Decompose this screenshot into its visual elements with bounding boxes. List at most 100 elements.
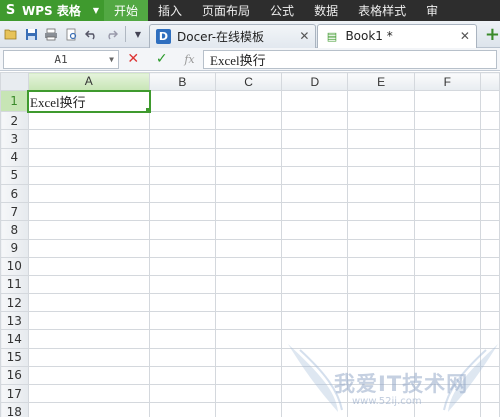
menu-item[interactable]: 公式 [260, 0, 304, 21]
tab-docer-templates[interactable]: D Docer-在线模板 ✕ [149, 23, 317, 48]
cell[interactable] [479, 383, 500, 404]
cell[interactable] [347, 129, 415, 149]
row-header[interactable]: 5 [0, 165, 29, 185]
row-header[interactable]: 4 [0, 147, 29, 167]
cell[interactable] [347, 147, 415, 167]
cell[interactable] [27, 329, 151, 349]
cell[interactable] [214, 220, 283, 240]
cell[interactable] [479, 256, 500, 276]
menu-item[interactable]: 数据 [304, 0, 348, 21]
cell[interactable] [214, 347, 283, 367]
cell[interactable] [413, 256, 481, 276]
cell[interactable] [347, 202, 415, 222]
cell[interactable] [149, 274, 216, 295]
column-header-a[interactable]: A [27, 72, 151, 92]
cell[interactable] [413, 238, 481, 258]
tab-book1[interactable]: ▤ Book1 * ✕ [317, 23, 477, 48]
new-tab-icon[interactable]: + [485, 24, 500, 45]
column-header-c[interactable]: C [214, 72, 283, 92]
cell[interactable] [27, 383, 151, 404]
row-header[interactable]: 13 [0, 311, 29, 331]
cell[interactable] [281, 274, 349, 295]
spreadsheet-grid[interactable]: ABCDEF 1 Excel换行 2 3 4 5 6 7 8 9 10 11 12 13 14 15 16 17 1… [0, 72, 500, 417]
menu-item[interactable]: 页面布局 [192, 0, 260, 21]
cell[interactable] [214, 147, 283, 167]
cell[interactable] [347, 402, 415, 417]
row-header[interactable]: 1 [0, 90, 29, 113]
chevron-down-icon[interactable]: ▼ [109, 55, 114, 64]
cell[interactable] [214, 238, 283, 258]
cell-a1[interactable]: Excel换行 [27, 89, 151, 113]
cell[interactable] [27, 293, 151, 313]
cell[interactable] [281, 256, 349, 276]
cell[interactable] [479, 311, 500, 331]
customize-dropdown-icon[interactable]: ▼ [129, 25, 147, 43]
row-header[interactable]: 8 [0, 220, 29, 240]
cell[interactable] [214, 90, 283, 113]
cell[interactable] [347, 329, 415, 349]
cell[interactable] [214, 329, 283, 349]
formula-input[interactable]: Excel换行 [203, 49, 497, 69]
cell[interactable] [347, 165, 415, 185]
cell[interactable] [149, 165, 216, 185]
cell[interactable] [214, 274, 283, 295]
cell[interactable] [214, 402, 283, 417]
open-icon[interactable] [2, 25, 20, 43]
cell[interactable] [413, 183, 481, 204]
cell[interactable] [214, 202, 283, 222]
cell[interactable] [27, 129, 151, 149]
cell[interactable] [347, 238, 415, 258]
cell[interactable] [149, 183, 216, 204]
cell[interactable] [149, 383, 216, 404]
cell[interactable] [479, 202, 500, 222]
cell[interactable] [479, 402, 500, 417]
cell[interactable] [281, 202, 349, 222]
row-header[interactable]: 11 [0, 274, 29, 295]
cell[interactable] [27, 238, 151, 258]
cell[interactable] [27, 111, 151, 131]
cell[interactable] [281, 347, 349, 367]
cell[interactable] [27, 256, 151, 276]
cell[interactable] [347, 311, 415, 331]
cell[interactable] [27, 365, 151, 386]
cell[interactable] [149, 238, 216, 258]
row-header[interactable]: 7 [0, 202, 29, 222]
cell[interactable] [27, 165, 151, 185]
cell[interactable] [479, 347, 500, 367]
cell[interactable] [281, 183, 349, 204]
cell[interactable] [479, 293, 500, 313]
cell[interactable] [214, 293, 283, 313]
cell[interactable] [347, 111, 415, 131]
cell[interactable] [413, 90, 481, 113]
cell[interactable] [479, 147, 500, 167]
cell[interactable] [347, 183, 415, 204]
cell[interactable] [149, 256, 216, 276]
column-header-f[interactable]: F [413, 72, 481, 92]
cell[interactable] [479, 165, 500, 185]
cell[interactable] [347, 347, 415, 367]
row-header[interactable]: 15 [0, 347, 29, 367]
cell[interactable] [149, 111, 216, 131]
cell[interactable] [413, 111, 481, 131]
cell[interactable] [413, 329, 481, 349]
column-header-e[interactable]: E [347, 72, 415, 92]
cell[interactable] [413, 274, 481, 295]
cell[interactable] [149, 347, 216, 367]
row-header[interactable]: 2 [0, 111, 29, 131]
cell[interactable] [413, 220, 481, 240]
cell[interactable] [149, 402, 216, 417]
cell[interactable] [281, 147, 349, 167]
cell[interactable] [281, 383, 349, 404]
save-icon[interactable] [22, 25, 40, 43]
close-tab-icon[interactable]: ✕ [460, 29, 470, 43]
cell[interactable] [281, 129, 349, 149]
cell[interactable] [347, 220, 415, 240]
insert-function-icon[interactable]: fx [184, 53, 194, 66]
cell[interactable] [413, 147, 481, 167]
cell[interactable] [27, 147, 151, 167]
close-tab-icon[interactable]: ✕ [299, 29, 309, 43]
cell[interactable] [413, 365, 481, 386]
cell[interactable] [479, 111, 500, 131]
cell[interactable] [479, 329, 500, 349]
cell[interactable] [214, 256, 283, 276]
